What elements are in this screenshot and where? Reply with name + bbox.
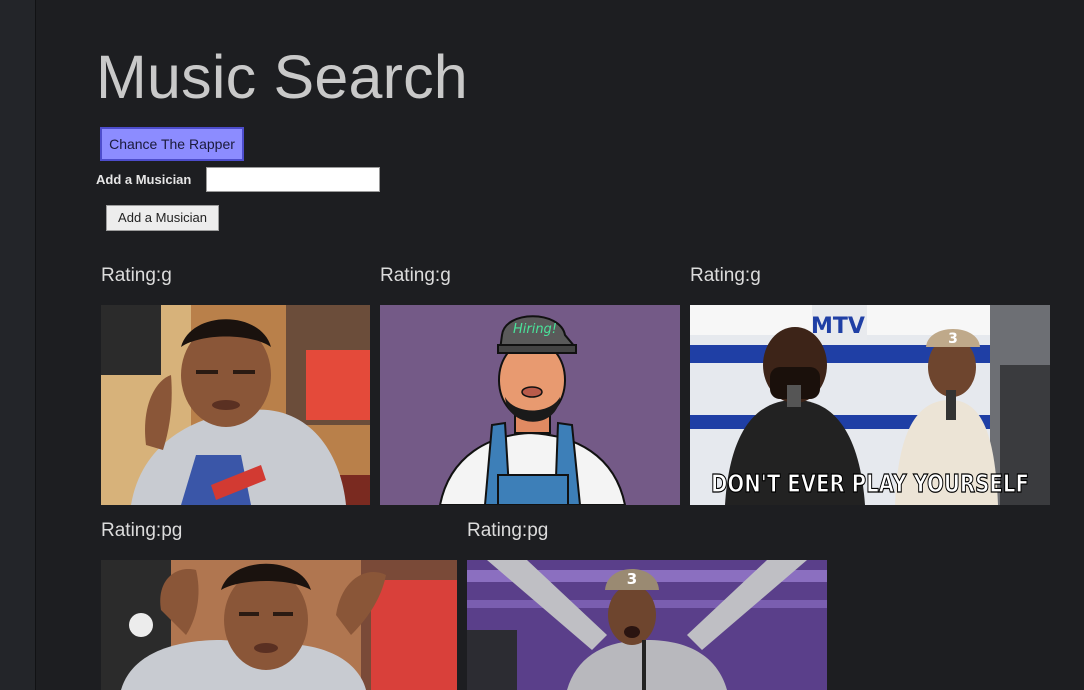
- cap-number: 3: [627, 570, 637, 588]
- gif-rating: Rating:g: [380, 265, 451, 286]
- add-musician-input[interactable]: [206, 167, 380, 192]
- main-content: Music Search Chance The Rapper Add a Mus…: [36, 0, 1084, 690]
- add-musician-button[interactable]: Add a Musician: [106, 205, 219, 231]
- gif-image[interactable]: 3: [467, 560, 827, 690]
- cap-number: 3: [948, 331, 958, 347]
- gif-image[interactable]: [101, 560, 457, 690]
- mtv-logo: MTV: [811, 314, 865, 339]
- gif-image[interactable]: [101, 305, 370, 505]
- gif-rating: Rating:g: [101, 265, 172, 286]
- cap-text: Hiring!: [513, 322, 557, 337]
- artist-button-chance-the-rapper[interactable]: Chance The Rapper: [100, 127, 244, 161]
- gif-caption: DON'T EVER PLAY YOURSELF: [711, 469, 1029, 498]
- page-title: Music Search: [96, 43, 468, 111]
- gif-rating: Rating:pg: [101, 520, 183, 541]
- gif-rating: Rating:g: [690, 265, 761, 286]
- gif-image[interactable]: Hiring!: [380, 305, 680, 505]
- left-sidebar: [0, 0, 36, 690]
- gif-image[interactable]: MTV 3 DON'T EVER PLAY YOURSELF: [690, 305, 1050, 505]
- add-musician-label: Add a Musician: [96, 172, 192, 187]
- gif-rating: Rating:pg: [467, 520, 549, 541]
